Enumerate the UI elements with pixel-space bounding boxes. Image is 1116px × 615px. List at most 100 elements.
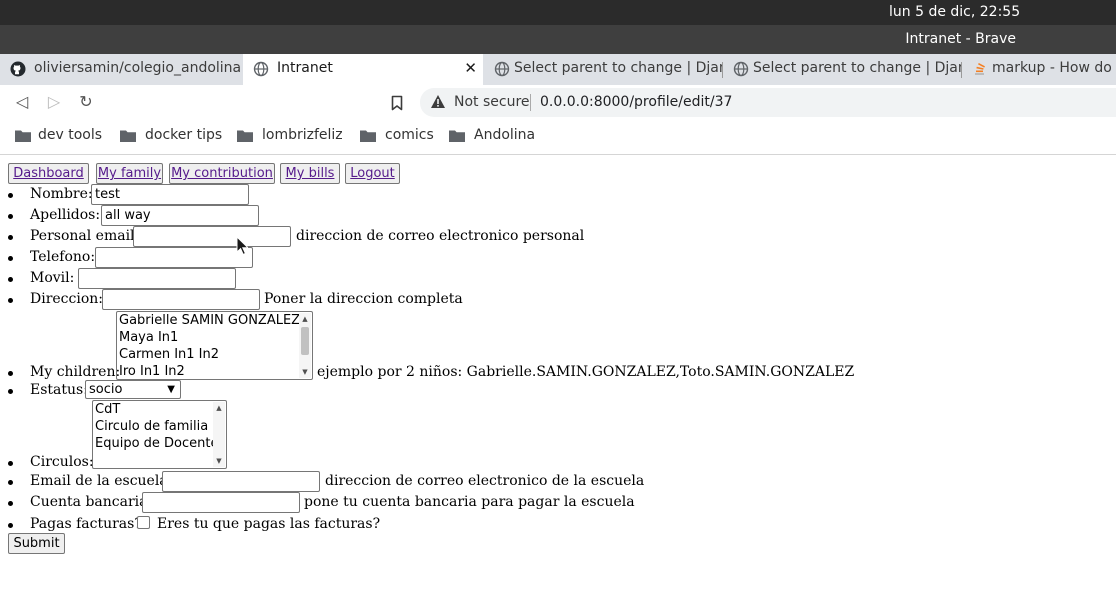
telefono-label: Telefono: [30, 249, 96, 265]
direccion-input[interactable] [102, 289, 260, 310]
bookmark-folder-lombrizfeliz[interactable]: lombrizfeliz [236, 126, 346, 148]
list-bullet [8, 277, 13, 282]
list-bullet [8, 256, 13, 261]
list-option[interactable]: CdT [95, 401, 120, 418]
scroll-up-icon[interactable]: ▲ [299, 313, 311, 325]
globe-icon [733, 61, 749, 77]
tab-django-1[interactable]: Select parent to change | Django [484, 54, 722, 85]
form-row-direccion: Direccion: Poner la direccion completa [0, 289, 1116, 310]
estatus-label: Estatus: [30, 382, 88, 398]
close-icon[interactable]: ✕ [464, 59, 477, 77]
mouse-cursor-icon [236, 236, 248, 256]
list-option[interactable]: Maya In1 [119, 329, 178, 346]
window-title: Intranet - Brave [905, 31, 1016, 47]
bookmark-folder-comics[interactable]: comics [359, 126, 434, 148]
list-bullet [8, 298, 13, 303]
tab-stackoverflow[interactable]: markup - How do you [962, 54, 1116, 85]
list-bullet [8, 461, 13, 466]
children-help: ejemplo por 2 niños: Gabrielle.SAMIN.GON… [317, 364, 855, 380]
bookmark-label: dev tools [38, 127, 103, 143]
stackoverflow-icon [975, 62, 985, 75]
direccion-label: Direccion: [30, 291, 104, 307]
children-label: My children: [30, 364, 121, 380]
bookmark-label: Andolina [474, 127, 536, 143]
estatus-select[interactable]: socio ▼ [85, 380, 181, 399]
tab-github[interactable]: oliviersamin/colegio_andolina [0, 54, 242, 85]
form-row-telefono: Telefono: [0, 247, 1116, 268]
bookmark-label: lombrizfeliz [262, 127, 343, 143]
my-family-button[interactable]: My family [96, 163, 163, 184]
pagas-facturas-checkbox[interactable] [137, 516, 150, 529]
form-row-estatus: Estatus: socio ▼ [0, 380, 1116, 401]
back-button[interactable]: ◁ [11, 91, 33, 113]
folder-icon [360, 130, 376, 142]
scroll-up-icon[interactable]: ▲ [213, 402, 225, 414]
nombre-input[interactable]: test [91, 184, 249, 205]
folder-icon [15, 130, 31, 142]
cuenta-bancaria-input[interactable] [142, 492, 300, 513]
my-bills-button[interactable]: My bills [280, 163, 340, 184]
tab-intranet[interactable]: Intranet ✕ [243, 54, 483, 85]
system-clock[interactable]: lun 5 de dic, 22:55 [889, 4, 1020, 20]
warning-icon [431, 95, 445, 108]
tab-label: Select parent to change | Django [753, 60, 961, 76]
bookmarks-bar: dev tools docker tips lombrizfeliz comic… [0, 120, 1116, 155]
apellidos-input[interactable]: all way [101, 205, 259, 226]
movil-input[interactable] [78, 268, 236, 289]
list-bullet [8, 523, 13, 528]
address-bar[interactable]: Not secure 0.0.0.0:8000/profile/edit/37 [420, 88, 1116, 117]
bookmark-folder-dev-tools[interactable]: dev tools [14, 126, 109, 148]
tab-label: markup - How do you [992, 60, 1116, 76]
bookmark-label: docker tips [145, 127, 223, 143]
system-top-bar: lun 5 de dic, 22:55 [0, 0, 1116, 25]
form-row-movil: Movil: [0, 268, 1116, 289]
list-option[interactable]: Carmen In1 In2 [119, 346, 219, 363]
tab-django-2[interactable]: Select parent to change | Django [723, 54, 961, 85]
list-bullet [8, 235, 13, 240]
list-option[interactable]: Equipo de Docente [95, 435, 218, 452]
github-icon [10, 61, 26, 77]
list-option[interactable]: Circulo de familia [95, 418, 208, 435]
folder-icon [237, 130, 253, 142]
list-option[interactable]: Gabrielle SAMIN GONZALEZ [119, 312, 300, 329]
scroll-thumb[interactable] [301, 327, 309, 355]
bookmark-label: comics [385, 127, 434, 143]
globe-icon [253, 61, 269, 77]
navigation-bar: ◁ ▷ ↻ Not secure 0.0.0.0:8000/profile/ed… [0, 85, 1116, 120]
apellidos-label: Apellidos: [30, 207, 101, 223]
list-bullet [8, 501, 13, 506]
personal-email-label: Personal email: [30, 228, 140, 244]
bookmark-folder-docker-tips[interactable]: docker tips [119, 126, 224, 148]
personal-email-input[interactable] [133, 226, 291, 247]
bookmark-folder-andolina[interactable]: Andolina [448, 126, 538, 148]
window-title-bar: Intranet - Brave [0, 25, 1116, 54]
direccion-help: Poner la direccion completa [264, 291, 463, 307]
my-contribution-button[interactable]: My contribution [169, 163, 275, 184]
bookmark-icon[interactable] [391, 95, 403, 111]
list-bullet [8, 371, 13, 376]
folder-icon [120, 130, 136, 142]
pagas-facturas-help: Eres tu que pagas las facturas? [157, 516, 381, 532]
address-divider [530, 94, 531, 111]
logout-button[interactable]: Logout [345, 163, 400, 184]
email-escuela-input[interactable] [162, 471, 320, 492]
estatus-selected: socio [89, 382, 123, 397]
form-row-cuenta-bancaria: Cuenta bancaria: pone tu cuenta bancaria… [0, 492, 1116, 513]
submit-button[interactable]: Submit [8, 533, 65, 554]
url-text[interactable]: 0.0.0.0:8000/profile/edit/37 [540, 94, 732, 110]
cuenta-bancaria-help: pone tu cuenta bancaria para pagar la es… [304, 494, 635, 510]
globe-icon [494, 61, 510, 77]
tab-label: oliviersamin/colegio_andolina [34, 60, 242, 76]
nombre-label: Nombre: [30, 186, 93, 202]
reload-button[interactable]: ↻ [75, 91, 97, 113]
telefono-input[interactable] [95, 247, 253, 268]
forward-button[interactable]: ▷ [43, 91, 65, 113]
email-escuela-label: Email de la escuela: [30, 473, 173, 489]
security-label[interactable]: Not secure [454, 94, 530, 110]
tab-label: Select parent to change | Django [514, 60, 722, 76]
form-row-personal-email: Personal email: direccion de correo elec… [0, 226, 1116, 247]
dashboard-button[interactable]: Dashboard [8, 163, 89, 184]
cuenta-bancaria-label: Cuenta bancaria: [30, 494, 153, 510]
chevron-down-icon: ▼ [167, 384, 175, 395]
list-bullet [8, 389, 13, 394]
